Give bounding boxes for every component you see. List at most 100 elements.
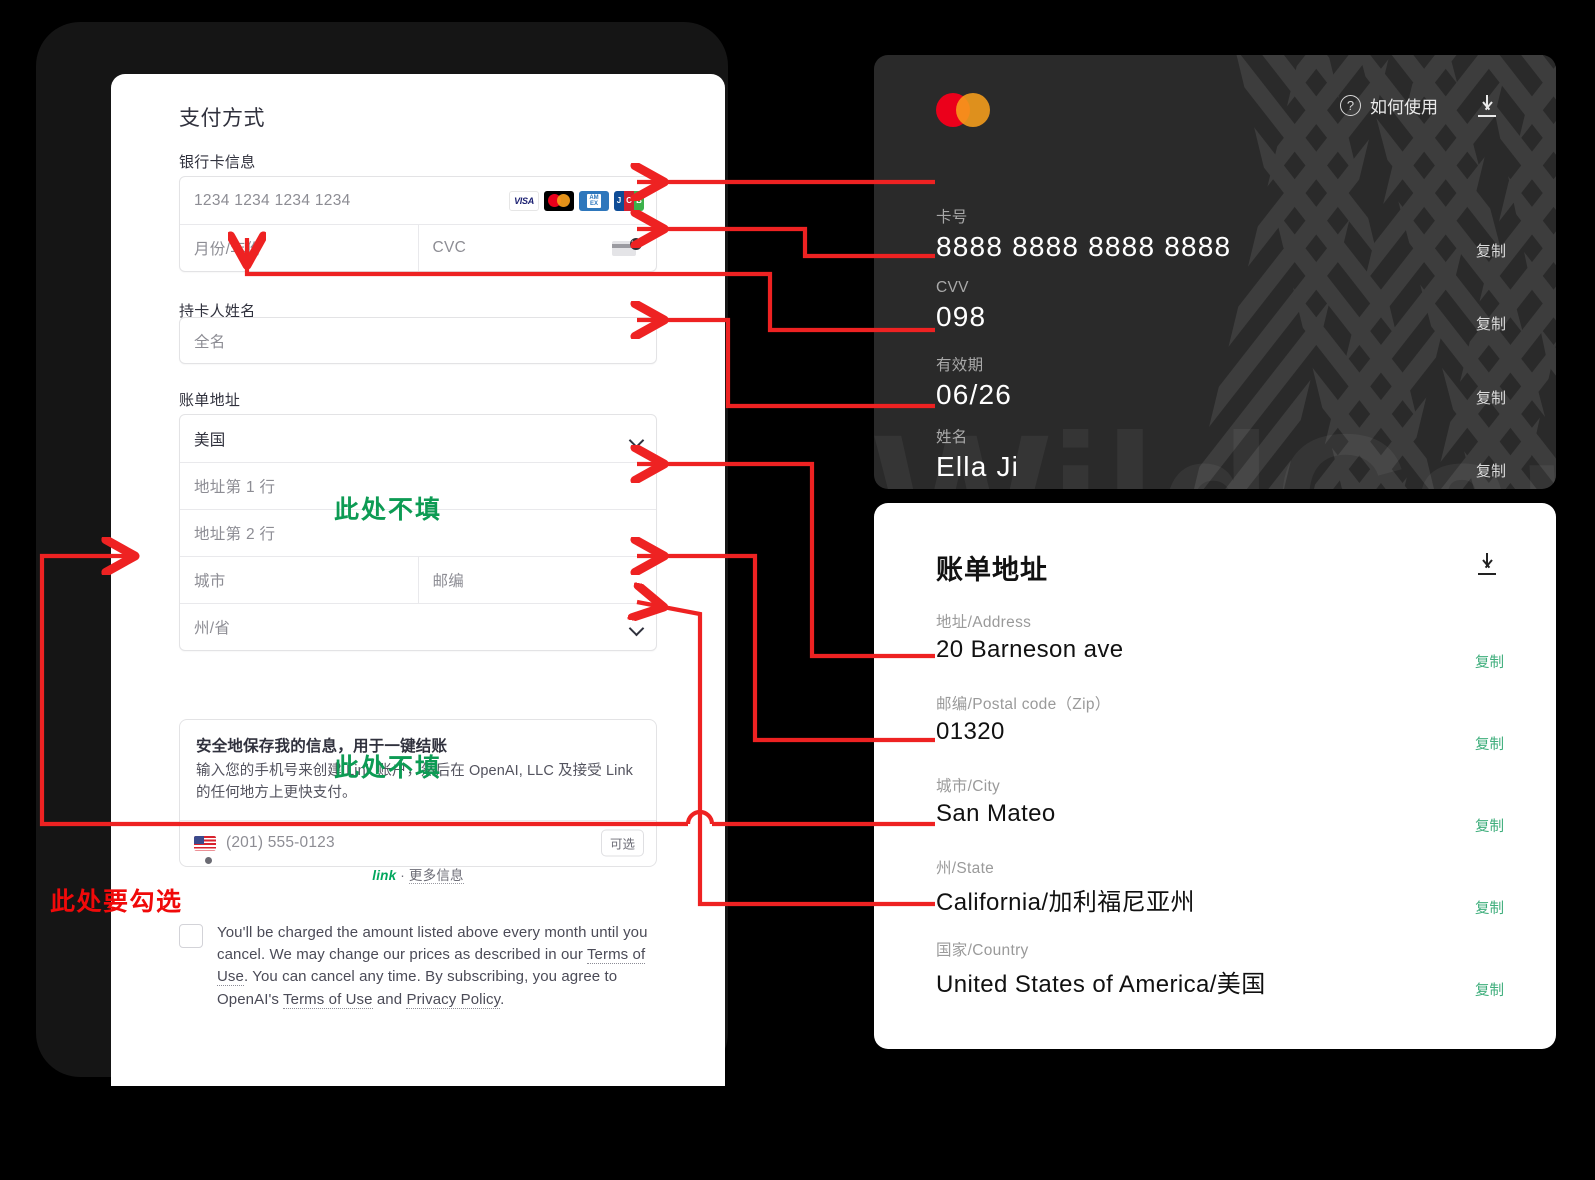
jcb-icon: JCB (614, 190, 644, 211)
card-cvc-cell[interactable]: CVC 135 (417, 225, 657, 271)
terms-checkbox[interactable] (179, 924, 203, 948)
card-information-group: 1234 1234 1234 1234 VISA AMEX JCB 月份/年份 (179, 176, 657, 272)
address-line2-cell[interactable]: 地址第 2 行 (180, 510, 656, 556)
copy-state-button[interactable]: 复制 (1475, 897, 1504, 918)
card-brand-badges: VISA AM EX JCB (509, 190, 644, 211)
billing-panel-title: 账单地址 (936, 555, 1048, 585)
how-to-use-button[interactable]: ? 如何使用 (1340, 93, 1438, 118)
billing-address-group: 美国 地址第 1 行 地址第 2 行 城市 邮编 州/省 (179, 414, 657, 651)
billing-value-address: 20 Barneson ave (936, 636, 1124, 663)
billing-value-country: United States of America/美国 (936, 971, 1266, 998)
city-cell[interactable]: 城市 (180, 557, 418, 603)
billing-field-country: 国家/Country United States of America/美国 (936, 938, 1266, 999)
chevron-down-icon (628, 620, 645, 637)
download-icon[interactable] (1476, 95, 1498, 117)
city-placeholder: 城市 (194, 573, 226, 590)
copy-card-number-button[interactable]: 复制 (1476, 240, 1506, 261)
cvc-badge-number: 135 (630, 238, 642, 250)
payment-method-title: 支付方式 (179, 107, 265, 130)
link-phone-row[interactable]: (201) 555-0123 可选 (180, 819, 656, 866)
state-select-row[interactable]: 州/省 (180, 603, 656, 650)
link-footer: link · 更多信息 (179, 864, 657, 884)
wildcard-field-expiry: 有效期 06/26 (936, 353, 1012, 411)
question-mark-icon: ? (1340, 95, 1361, 116)
link-phone-placeholder: (201) 555-0123 (226, 834, 335, 851)
optional-badge: 可选 (600, 829, 644, 857)
billing-field-zip: 邮编/Postal code（Zip） 01320 (936, 692, 1111, 746)
card-expiry-placeholder: 月份/年份 (194, 241, 262, 258)
link-save-heading: 安全地保存我的信息，用于一键结账 (196, 738, 448, 755)
zip-placeholder: 邮编 (432, 573, 465, 590)
card-expiry-cell[interactable]: 月份/年份 (180, 225, 418, 271)
billing-field-address: 地址/Address 20 Barneson ave (936, 610, 1123, 664)
mastercard-logo (936, 93, 990, 127)
cvc-hint-icon: 135 (612, 238, 642, 258)
billing-field-state: 州/State California/加利福尼亚州 (936, 856, 1195, 917)
terms-of-use-link-2[interactable]: Terms of Use (283, 990, 373, 1009)
card-number-placeholder: 1234 1234 1234 1234 (194, 191, 351, 209)
link-save-info-text: 安全地保存我的信息，用于一键结账 输入您的手机号来创建 Link 账户，然后在 … (180, 720, 656, 820)
copy-expiry-button[interactable]: 复制 (1476, 387, 1506, 408)
country-select-row[interactable]: 美国 (180, 415, 656, 462)
city-zip-row[interactable]: 城市 邮编 (180, 556, 656, 603)
terms-part-3: and (372, 990, 407, 1008)
card-information-label: 银行卡信息 (179, 154, 256, 171)
copy-name-button[interactable]: 复制 (1476, 460, 1506, 481)
state-select-cell[interactable]: 州/省 (180, 604, 656, 650)
link-brand-logo: link (372, 868, 397, 883)
state-placeholder: 州/省 (194, 620, 231, 637)
mastercard-icon (544, 190, 574, 211)
copy-city-button[interactable]: 复制 (1475, 815, 1504, 836)
link-save-body: 输入您的手机号来创建 Link 账户，然后在 OpenAI, LLC 及接受 L… (196, 763, 633, 801)
cardholder-name-placeholder: 全名 (194, 333, 226, 351)
billing-label-country: 国家/Country (936, 942, 1029, 959)
billing-value-state: California/加利福尼亚州 (936, 889, 1195, 916)
stripe-checkout-card: 支付方式 银行卡信息 1234 1234 1234 1234 VISA AM EX… (111, 74, 725, 1086)
copy-address-button[interactable]: 复制 (1475, 651, 1504, 672)
link-footer-separator: · (400, 868, 405, 883)
wildcard-value-cvv: 098 (936, 301, 987, 332)
wildcard-virtual-card: WildCard ? 如何使用 卡号 8888 8888 8888 8888 复… (874, 55, 1556, 489)
copy-zip-button[interactable]: 复制 (1475, 733, 1504, 754)
copy-country-button[interactable]: 复制 (1475, 979, 1504, 1000)
terms-agreement-row: You'll be charged the amount listed abov… (179, 922, 679, 1011)
privacy-policy-link[interactable]: Privacy Policy (406, 990, 501, 1009)
address-line1-cell[interactable]: 地址第 1 行 (180, 463, 656, 509)
card-number-row[interactable]: 1234 1234 1234 1234 VISA AM EX JCB (180, 177, 656, 224)
wildcard-label-card-number: 卡号 (936, 209, 968, 226)
download-icon[interactable] (1476, 553, 1498, 575)
visa-icon: VISA (509, 190, 539, 211)
wildcard-label-name: 姓名 (936, 429, 968, 446)
wildcard-label-expiry: 有效期 (936, 357, 984, 374)
us-flag-icon (194, 835, 216, 851)
billing-value-city: San Mateo (936, 800, 1056, 827)
billing-address-panel: 账单地址 地址/Address 20 Barneson ave 复制 邮编/Po… (874, 503, 1556, 1049)
wildcard-field-name: 姓名 Ella Ji (936, 425, 1019, 483)
amex-icon: AM EX (579, 190, 609, 211)
terms-text: You'll be charged the amount listed abov… (217, 922, 679, 1011)
address-line1-placeholder: 地址第 1 行 (194, 479, 276, 496)
wildcard-value-name: Ella Ji (936, 451, 1020, 482)
billing-label-city: 城市/City (936, 778, 1001, 795)
wildcard-value-expiry: 06/26 (936, 379, 1013, 410)
address-line2-row[interactable]: 地址第 2 行 (180, 509, 656, 556)
card-expiry-cvc-row[interactable]: 月份/年份 CVC 135 (180, 224, 656, 271)
country-select-cell[interactable]: 美国 (180, 415, 656, 462)
billing-address-label: 账单地址 (179, 392, 241, 409)
copy-cvv-button[interactable]: 复制 (1476, 313, 1506, 334)
wildcard-value-card-number: 8888 8888 8888 8888 (936, 231, 1232, 262)
zip-cell[interactable]: 邮编 (417, 557, 657, 603)
link-more-info[interactable]: 更多信息 (408, 868, 464, 884)
address-line1-row[interactable]: 地址第 1 行 (180, 462, 656, 509)
wildcard-field-cvv: CVV 098 (936, 279, 986, 333)
checkout-device-frame: 支付方式 银行卡信息 1234 1234 1234 1234 VISA AM EX… (36, 22, 728, 1086)
card-cvc-placeholder: CVC (432, 239, 467, 256)
billing-field-city: 城市/City San Mateo (936, 774, 1056, 828)
cardholder-name-input[interactable]: 全名 (179, 317, 657, 364)
how-to-use-label: 如何使用 (1370, 98, 1438, 117)
link-save-info-box: 安全地保存我的信息，用于一键结账 输入您的手机号来创建 Link 账户，然后在 … (179, 719, 657, 867)
billing-label-address: 地址/Address (936, 614, 1032, 631)
billing-label-state: 州/State (936, 860, 995, 877)
card-number-cell[interactable]: 1234 1234 1234 1234 VISA AM EX JCB (180, 177, 656, 224)
screenshot-root: 支付方式 银行卡信息 1234 1234 1234 1234 VISA AM EX… (0, 0, 1595, 1180)
